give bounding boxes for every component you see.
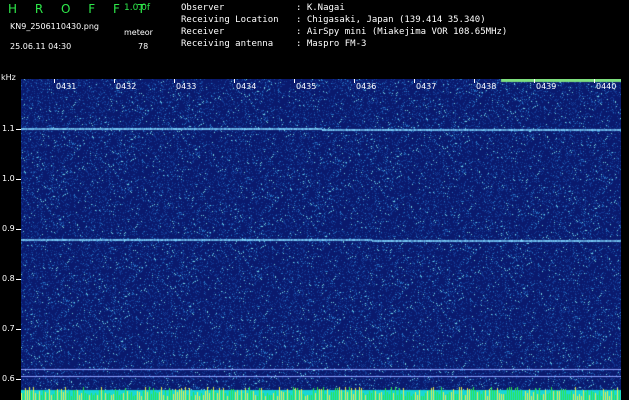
app-version: 1.0.0f — [124, 3, 151, 13]
x-tick-label: 0432 — [116, 82, 137, 91]
info-label-receiver: Receiver — [181, 27, 225, 37]
x-tick-label: 0433 — [176, 82, 197, 91]
x-tick-mark — [114, 79, 115, 83]
x-tick-label: 0439 — [536, 82, 557, 91]
file-name: KN9_2506110430.png — [10, 22, 99, 31]
x-tick-mark — [534, 79, 535, 83]
x-tick-mark — [594, 79, 595, 83]
meteor-label: meteor — [124, 28, 153, 37]
x-tick-mark — [354, 79, 355, 83]
y-tick-label: 0.9 — [2, 224, 15, 233]
x-tick-mark — [414, 79, 415, 83]
y-tick-mark — [16, 229, 21, 230]
timestamp: 25.06.11 04:30 — [10, 42, 72, 51]
x-tick-mark — [294, 79, 295, 83]
x-tick-mark — [474, 79, 475, 83]
x-tick-label: 0440 — [596, 82, 617, 91]
y-tick-label: 0.6 — [2, 374, 15, 383]
info-value-receiver: : AirSpy mini (Miakejima VOR 108.65MHz) — [296, 27, 508, 37]
y-axis-unit: kHz — [1, 73, 16, 82]
y-tick-mark — [16, 379, 21, 380]
info-label-observer: Observer — [181, 3, 225, 13]
info-value-observer: : K.Nagai — [296, 3, 345, 13]
x-tick-label: 0434 — [236, 82, 257, 91]
info-value-antenna: : Maspro FM-3 — [296, 39, 367, 49]
spectrogram — [21, 79, 621, 400]
info-value-location: : Chigasaki, Japan (139.414 35.340) — [296, 15, 486, 25]
x-tick-mark — [234, 79, 235, 83]
x-tick-mark — [54, 79, 55, 83]
y-tick-mark — [16, 129, 21, 130]
y-tick-mark — [16, 329, 21, 330]
y-tick-mark — [16, 279, 21, 280]
y-tick-label: 1.0 — [2, 174, 15, 183]
hrofft-window: H R O F F T 1.0.0f KN9_2506110430.png 25… — [0, 0, 629, 400]
x-tick-label: 0431 — [56, 82, 77, 91]
x-tick-label: 0436 — [356, 82, 377, 91]
y-tick-label: 0.7 — [2, 324, 15, 333]
spectrogram-canvas — [21, 79, 621, 400]
y-tick-label: 0.8 — [2, 274, 15, 283]
x-tick-label: 0435 — [296, 82, 317, 91]
x-tick-label: 0438 — [476, 82, 497, 91]
x-tick-mark — [174, 79, 175, 83]
meteor-count: 78 — [138, 42, 149, 51]
info-label-antenna: Receiving antenna — [181, 39, 274, 49]
y-tick-mark — [16, 179, 21, 180]
y-tick-label: 1.1 — [2, 124, 15, 133]
info-label-location: Receiving Location — [181, 15, 279, 25]
x-tick-label: 0437 — [416, 82, 437, 91]
